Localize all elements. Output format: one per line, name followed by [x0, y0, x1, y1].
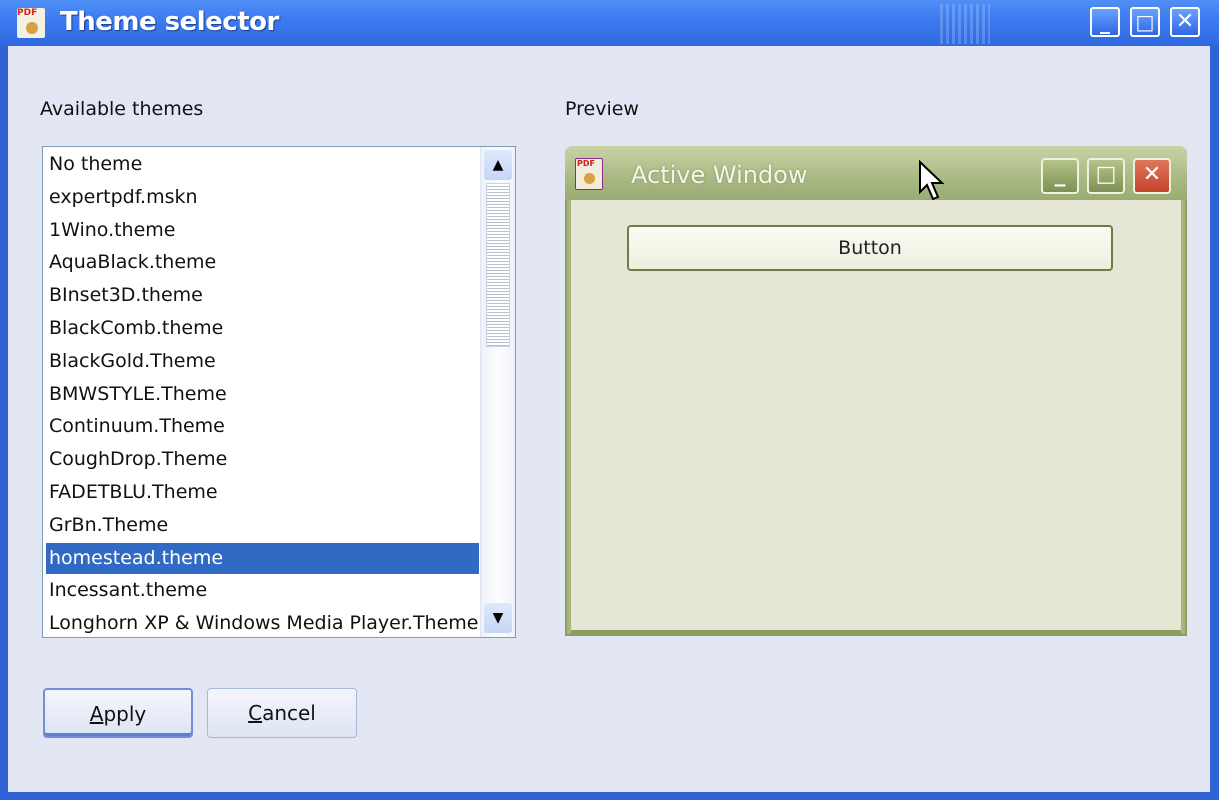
theme-selector-window: PDF Theme selector _ □ ✕ Available theme…	[0, 0, 1219, 800]
title-bar[interactable]: PDF Theme selector _ □ ✕	[0, 0, 1219, 46]
available-themes-label: Available themes	[40, 98, 204, 120]
preview-window: PDF Active Window _ □ ✕ Button	[565, 146, 1187, 636]
scroll-up-button[interactable]: ▲	[484, 150, 512, 180]
vertical-scrollbar[interactable]: ▲ ▼	[480, 147, 515, 637]
theme-list-item[interactable]: BlackGold.Theme	[46, 346, 479, 377]
app-pdf-icon: PDF	[17, 8, 45, 38]
theme-list-item[interactable]: No theme	[46, 149, 479, 180]
preview-window-body: Button	[571, 200, 1181, 634]
titlebar-decoration	[940, 4, 990, 44]
dialog-client-area: Available themes Preview No theme expertp…	[8, 46, 1210, 792]
theme-list-item[interactable]: CoughDrop.Theme	[46, 444, 479, 475]
theme-list-item[interactable]: Longhorn XP & Windows Media Player.Theme	[46, 608, 479, 637]
preview-sample-button: Button	[627, 225, 1113, 271]
preview-label: Preview	[565, 98, 639, 120]
theme-list-item[interactable]: BMWSTYLE.Theme	[46, 379, 479, 410]
close-button[interactable]: ✕	[1170, 7, 1200, 37]
preview-maximize-button: □	[1087, 158, 1125, 194]
preview-seal-icon	[584, 173, 595, 184]
theme-list-item[interactable]: AquaBlack.theme	[46, 247, 479, 278]
pdf-label: PDF	[17, 8, 38, 18]
cancel-accesskey: C	[248, 701, 263, 725]
theme-list-item[interactable]: BlackComb.theme	[46, 313, 479, 344]
seal-icon	[26, 22, 38, 34]
apply-accesskey: A	[89, 702, 104, 726]
maximize-button[interactable]: □	[1130, 7, 1160, 37]
cancel-label: ancel	[262, 701, 316, 725]
apply-label: pply	[103, 702, 147, 726]
scroll-thumb[interactable]	[486, 183, 510, 347]
apply-button[interactable]: Apply	[43, 688, 193, 738]
window-title: Theme selector	[60, 7, 279, 37]
theme-list-item[interactable]: Incessant.theme	[46, 575, 479, 606]
cancel-button[interactable]: Cancel	[207, 688, 357, 738]
scroll-down-button[interactable]: ▼	[484, 603, 512, 633]
theme-list-item[interactable]: Continuum.Theme	[46, 411, 479, 442]
theme-list-item[interactable]: FADETBLU.Theme	[46, 477, 479, 508]
themes-listbox[interactable]: No theme expertpdf.mskn 1Wino.theme AquaBla…	[42, 146, 516, 638]
minimize-button[interactable]: _	[1090, 7, 1120, 37]
theme-list-item[interactable]: homestead.theme	[46, 542, 479, 574]
mouse-cursor-icon	[919, 160, 945, 201]
preview-pdf-icon: PDF	[575, 158, 603, 190]
preview-window-caption: Active Window	[631, 161, 808, 189]
theme-list-item[interactable]: GrBn.Theme	[46, 510, 479, 541]
theme-list-item[interactable]: 1Wino.theme	[46, 215, 479, 246]
preview-close-button: ✕	[1133, 158, 1171, 194]
preview-minimize-button: _	[1041, 158, 1079, 194]
theme-list-item[interactable]: expertpdf.mskn	[46, 182, 479, 213]
theme-list-item[interactable]: BInset3D.theme	[46, 280, 479, 311]
preview-pdf-label: PDF	[577, 159, 595, 168]
preview-title-bar: PDF Active Window _ □ ✕	[565, 146, 1187, 200]
